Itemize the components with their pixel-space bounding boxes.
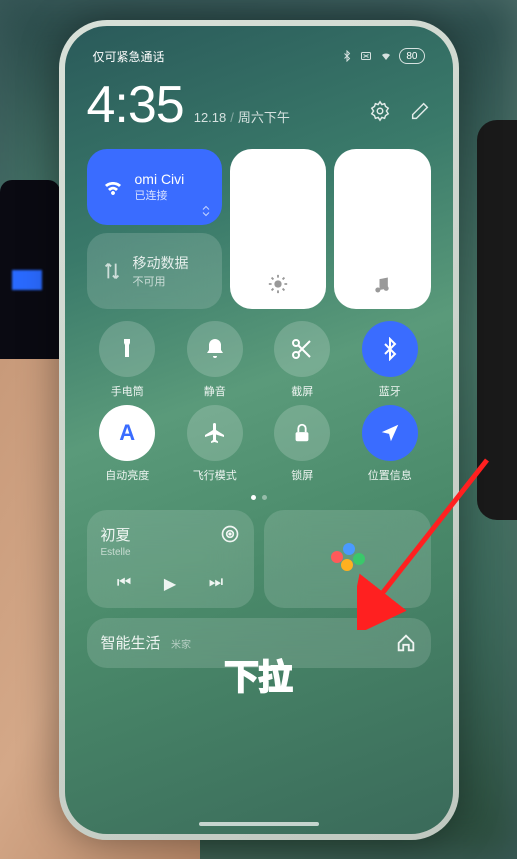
smart-sub: 米家	[171, 640, 191, 651]
control-center: 仅可紧急通话 80 4:35 12.18/周六下午	[65, 26, 453, 834]
xiaoai-icon	[327, 539, 367, 579]
data-arrows-icon	[101, 260, 123, 282]
audio-output-icon[interactable]	[220, 524, 240, 544]
data-label: 移动数据	[133, 253, 189, 273]
wifi-status-icon	[379, 50, 393, 62]
mobile-data-tile[interactable]: 移动数据 不可用	[87, 233, 222, 309]
flashlight-toggle[interactable]: 手电筒	[87, 321, 169, 399]
location-arrow-icon	[379, 422, 401, 444]
network-status: 仅可紧急通话	[93, 48, 165, 65]
next-track-button[interactable]: ⏭	[209, 574, 223, 594]
wifi-tile[interactable]: omi Civi 已连接	[87, 149, 222, 225]
no-sim-icon	[359, 50, 373, 62]
bell-icon	[203, 337, 227, 361]
location-toggle[interactable]: 位置信息	[349, 405, 431, 483]
wifi-ssid: omi Civi	[135, 171, 185, 187]
lock-toggle[interactable]: 锁屏	[262, 405, 344, 483]
mute-toggle[interactable]: 静音	[174, 321, 256, 399]
data-status: 不可用	[133, 273, 189, 289]
home-indicator[interactable]	[199, 822, 319, 826]
play-button[interactable]: ▶	[164, 574, 176, 594]
screenshot-toggle[interactable]: 截屏	[262, 321, 344, 399]
music-artist: Estelle	[101, 547, 131, 558]
page-indicator	[87, 495, 431, 500]
battery-indicator: 80	[399, 48, 424, 64]
bluetooth-status-icon	[341, 50, 353, 62]
clock-time: 4:35	[87, 75, 184, 135]
brightness-icon	[267, 273, 289, 295]
auto-brightness-toggle[interactable]: A 自动亮度	[87, 405, 169, 483]
bluetooth-icon	[378, 337, 402, 361]
clock-row: 4:35 12.18/周六下午	[87, 75, 431, 135]
wifi-status: 已连接	[135, 187, 185, 203]
smart-home-card[interactable]: 智能生活 米家	[87, 618, 431, 668]
music-title: 初夏	[101, 524, 131, 545]
volume-slider[interactable]	[334, 149, 430, 309]
music-card[interactable]: 初夏 Estelle ⏮ ▶ ⏭	[87, 510, 254, 608]
chevron-expand-icon	[200, 205, 212, 217]
prev-track-button[interactable]: ⏮	[117, 574, 131, 594]
assistant-card[interactable]	[264, 510, 431, 608]
status-bar: 仅可紧急通话 80	[87, 44, 431, 75]
phone-frame: 仅可紧急通话 80 4:35 12.18/周六下午	[59, 20, 459, 840]
smart-title: 智能生活	[101, 635, 161, 652]
flashlight-icon	[115, 337, 139, 361]
lock-icon	[291, 422, 313, 444]
scissors-icon	[290, 337, 314, 361]
settings-icon[interactable]	[369, 100, 391, 127]
brightness-slider[interactable]	[230, 149, 326, 309]
mijia-icon	[395, 632, 417, 654]
music-note-icon	[372, 275, 392, 295]
bluetooth-toggle[interactable]: 蓝牙	[349, 321, 431, 399]
clock-date: 12.18/周六下午	[194, 107, 290, 126]
edit-icon[interactable]	[409, 100, 431, 127]
wifi-icon	[101, 175, 125, 199]
airplane-toggle[interactable]: 飞行模式	[174, 405, 256, 483]
status-icons: 80	[341, 48, 424, 64]
airplane-icon	[203, 421, 227, 445]
